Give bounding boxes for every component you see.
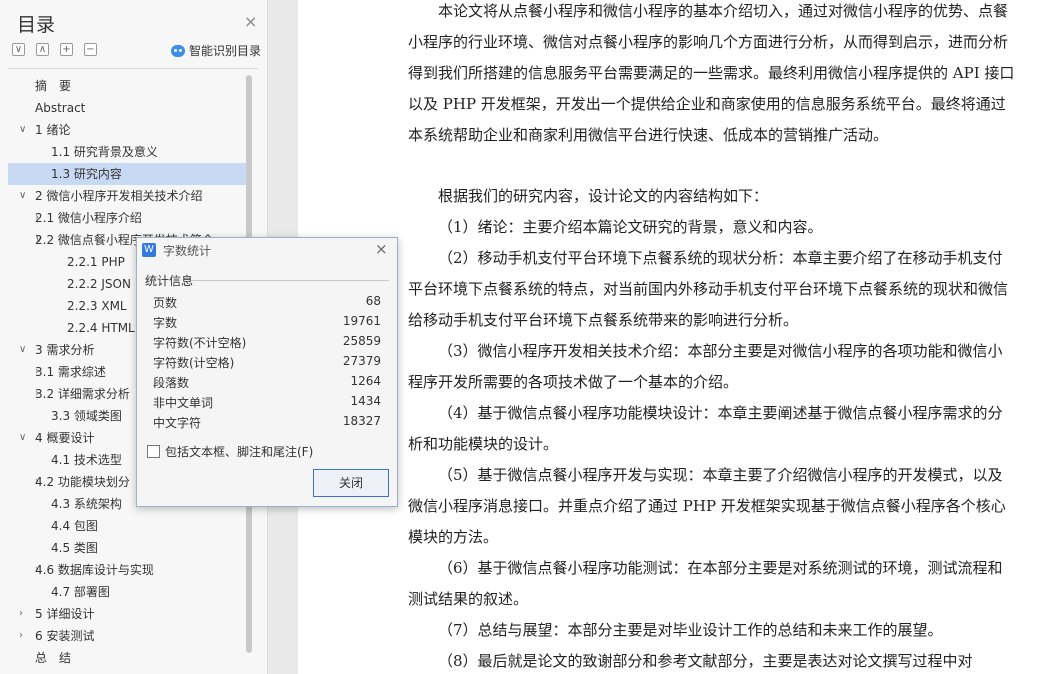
dialog-close-icon[interactable]: × [375, 240, 388, 258]
collapse-all-button[interactable]: ∨ [12, 43, 25, 56]
toc-item[interactable]: 4.7 部署图 [8, 581, 246, 603]
toc-item-label: 4.2 功能模块划分 [35, 475, 130, 489]
toc-item-label: 2.1 微信小程序介绍 [35, 211, 142, 225]
toc-item-label: 1 绪论 [35, 123, 71, 137]
chevron-down-icon[interactable]: ∨ [19, 339, 26, 361]
toc-item-label: 2.2.4 HTML [67, 321, 135, 335]
toc-item-label: 2.2.3 XML [67, 299, 127, 313]
stat-value: 68 [365, 294, 381, 308]
toc-item-label: 4 概要设计 [35, 431, 95, 445]
chevron-down-icon[interactable]: ∨ [19, 185, 26, 207]
toc-item[interactable]: 1.3 研究内容 [8, 163, 246, 185]
stat-row-chars-with-spaces: 字符数(计空格) 27379 [153, 354, 381, 374]
toc-item-label: 4.4 包图 [51, 519, 98, 533]
body-paragraph: （8）最后就是论文的致谢部分和参考文献部分，主要是表达对论文撰写过程中对 [438, 652, 973, 670]
stat-row-chars-no-spaces: 字符数(不计空格) 25859 [153, 334, 381, 354]
toc-item-label: 摘 要 [35, 79, 72, 93]
expand-up-button[interactable]: ∧ [36, 43, 49, 56]
toc-item[interactable]: 总 结 [8, 647, 246, 669]
toc-item-label: 2 微信小程序开发相关技术介绍 [35, 189, 203, 203]
close-button[interactable]: 关闭 [313, 469, 389, 497]
toc-item-label: 4.5 类图 [51, 541, 98, 555]
stat-value: 1434 [350, 394, 381, 408]
body-paragraph: （1）绪论：主要介绍本篇论文研究的背景，意义和内容。 [438, 218, 823, 236]
toc-item-label: 4.6 数据库设计与实现 [35, 563, 154, 577]
body-paragraph: （2）移动手机支付平台环境下点餐系统的现状分析：本章主要介绍了在移动手机支付平台… [408, 249, 1009, 329]
stat-row-non-chinese-words: 非中文单词 1434 [153, 394, 381, 414]
chevron-down-icon[interactable]: ∨ [19, 427, 26, 449]
smart-toc-label: 智能识别目录 [189, 44, 262, 58]
stat-value: 18327 [342, 414, 381, 428]
stat-label: 字数 [153, 316, 178, 330]
body-paragraph: （3）微信小程序开发相关技术介绍：本部分主要是对微信小程序的各项功能和微信小程序… [408, 342, 1003, 391]
toc-item[interactable]: › 2.1 微信小程序介绍 [8, 207, 246, 229]
chevron-right-icon[interactable]: › [19, 603, 23, 625]
remove-heading-button[interactable]: − [84, 43, 97, 56]
toc-item[interactable]: ∨ 1 绪论 [8, 119, 246, 141]
toc-item-label: 2.2.2 JSON [67, 277, 131, 291]
toc-item[interactable]: 1.1 研究背景及意义 [8, 141, 246, 163]
stat-label: 中文字符 [153, 416, 202, 430]
toc-item-label: 5 详细设计 [35, 607, 95, 621]
toc-title: 目录 [17, 14, 56, 36]
dialog-title-bar[interactable]: W 字数统计 × [137, 238, 397, 263]
word-count-dialog: W 字数统计 × 统计信息 页数 68 字数 19761 字符数(不计空格) 2… [136, 237, 398, 507]
wps-logo-icon: W [142, 243, 156, 257]
body-paragraph: 本论文将从点餐小程序和微信小程序的基本介绍切入，通过对微信小程序的优势、点餐小程… [408, 2, 1015, 144]
stat-label: 字符数(计空格) [153, 356, 235, 370]
stat-label: 非中文单词 [153, 396, 214, 410]
body-paragraph: （5）基于微信点餐小程序开发与实现：本章主要了介绍微信小程序的开发模式，以及微信… [408, 466, 1006, 546]
stat-value: 19761 [342, 314, 381, 328]
toc-item-label: 1.1 研究背景及意义 [51, 145, 158, 159]
include-textboxes-checkbox[interactable] [147, 445, 160, 458]
ai-robot-icon [171, 44, 185, 57]
chevron-right-icon[interactable]: › [19, 625, 23, 647]
stat-label: 字符数(不计空格) [153, 336, 247, 350]
toc-item[interactable]: ∨ 2 微信小程序开发相关技术介绍 [8, 185, 246, 207]
toc-item-label: 3.2 详细需求分析 [35, 387, 130, 401]
toc-item-label: 3.1 需求综述 [35, 365, 106, 379]
toc-item-label: 6 安装测试 [35, 629, 95, 643]
toc-item-label: 4.1 技术选型 [51, 453, 122, 467]
toc-item-label: 1.3 研究内容 [51, 167, 122, 181]
body-paragraph: 根据我们的研究内容，设计论文的内容结构如下： [438, 187, 769, 205]
toc-item-label: 2.2.1 PHP [67, 255, 125, 269]
document-page[interactable]: 本论文将从点餐小程序和微信小程序的基本介绍切入，通过对微信小程序的优势、点餐小程… [298, 0, 1037, 674]
chevron-down-icon[interactable]: ∨ [19, 119, 26, 141]
toc-item[interactable]: › 6 安装测试 [8, 625, 246, 647]
stat-value: 1264 [350, 374, 381, 388]
toc-item-label: Abstract [35, 101, 86, 115]
toc-item-label: 总 结 [35, 651, 72, 665]
stat-value: 25859 [342, 334, 381, 348]
body-paragraph: （7）总结与展望：本部分主要是对毕业设计工作的总结和未来工作的展望。 [438, 621, 943, 639]
stat-label: 页数 [153, 296, 178, 310]
section-divider [191, 280, 389, 281]
toc-item[interactable]: Abstract [8, 97, 246, 119]
include-textboxes-label: 包括文本框、脚注和尾注(F) [165, 445, 314, 459]
dialog-title: 字数统计 [163, 244, 212, 258]
toc-item-label: 3 需求分析 [35, 343, 95, 357]
toc-item-label: 4.7 部署图 [51, 585, 110, 599]
stats-section-heading: 统计信息 [145, 274, 194, 288]
toc-item[interactable]: › 5 详细设计 [8, 603, 246, 625]
stat-row-words: 字数 19761 [153, 314, 381, 334]
toc-item[interactable]: 摘 要 [8, 75, 246, 97]
toc-item[interactable]: 4.5 类图 [8, 537, 246, 559]
stat-row-paragraphs: 段落数 1264 [153, 374, 381, 394]
close-icon[interactable]: × [244, 12, 257, 31]
toc-item[interactable]: 4.4 包图 [8, 515, 246, 537]
stat-row-pages: 页数 68 [153, 294, 381, 314]
toc-item-label: 4.3 系统架构 [51, 497, 122, 511]
toc-item-label: 3.3 领域类图 [51, 409, 122, 423]
smart-toc-button[interactable]: 智能识别目录 [171, 42, 261, 59]
stat-label: 段落数 [153, 376, 190, 390]
add-heading-button[interactable]: + [60, 43, 73, 56]
stat-value: 27379 [342, 354, 381, 368]
body-paragraph: （6）基于微信点餐小程序功能测试：在本部分主要是对系统测试的环境，测试流程和测试… [408, 559, 1003, 608]
body-paragraph: （4）基于微信点餐小程序功能模块设计：本章主要阐述基于微信点餐小程序需求的分析和… [408, 404, 1003, 453]
toc-item[interactable]: › 4.6 数据库设计与实现 [8, 559, 246, 581]
stat-row-chinese-chars: 中文字符 18327 [153, 414, 381, 434]
